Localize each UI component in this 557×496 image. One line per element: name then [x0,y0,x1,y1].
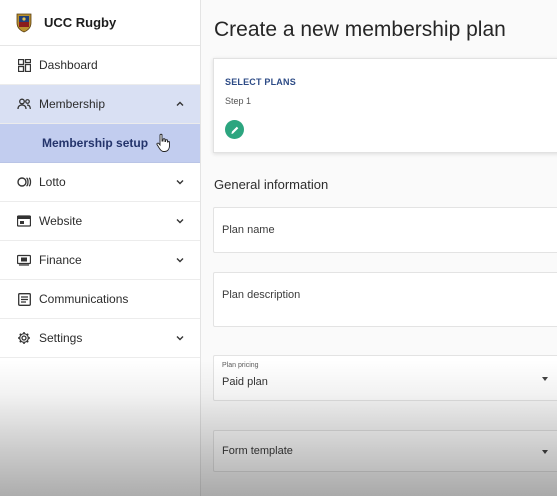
sidebar-item-label: Settings [39,331,83,345]
plan-name-placeholder: Plan name [222,224,275,236]
chevron-up-icon [176,101,184,106]
section-title: General information [214,177,329,192]
sidebar: UCC Rugby Dashboard Membership Membershi… [0,0,201,496]
chevron-down-icon [176,219,184,224]
form-template-placeholder: Form template [222,445,293,457]
sidebar-item-label: Membership setup [42,136,149,150]
brand-name: UCC Rugby [44,15,117,30]
sidebar-subitem-membership-setup[interactable]: Membership setup [0,124,200,163]
main-content: Create a new membership plan SELECT PLAN… [201,0,557,496]
sidebar-item-label: Lotto [39,175,66,189]
select-plans-card: SELECT PLANS Step 1 [213,58,557,153]
dropdown-arrow-icon [542,450,548,454]
sidebar-item-label: Membership [39,97,106,111]
plan-pricing-select[interactable]: Plan pricing Paid plan [213,355,557,401]
chevron-down-icon [176,180,184,185]
plan-pricing-value: Paid plan [222,376,268,388]
finance-icon [16,252,32,268]
form-template-select[interactable]: Form template [213,430,557,472]
lotto-icon [16,174,32,190]
plan-description-placeholder: Plan description [222,289,301,301]
sidebar-item-settings[interactable]: Settings [0,319,200,358]
plan-pricing-label: Plan pricing [222,362,259,369]
chevron-down-icon [176,336,184,341]
page-title: Create a new membership plan [214,18,506,41]
dashboard-icon [16,57,32,73]
communications-icon [16,291,32,307]
pencil-icon [230,126,238,134]
sidebar-item-lotto[interactable]: Lotto [0,163,200,202]
sidebar-item-website[interactable]: Website [0,202,200,241]
sidebar-item-membership[interactable]: Membership [0,85,200,124]
select-plans-label: SELECT PLANS [225,77,296,87]
sidebar-item-label: Finance [39,253,82,267]
people-icon [16,96,32,112]
dropdown-arrow-icon [542,377,548,381]
sidebar-item-label: Dashboard [39,58,98,72]
edit-button[interactable] [225,120,244,139]
chevron-down-icon [176,258,184,263]
plan-description-input[interactable]: Plan description [213,272,557,327]
step-label: Step 1 [225,96,252,106]
club-crest-icon [16,13,32,32]
settings-icon [16,330,32,346]
sidebar-item-finance[interactable]: Finance [0,241,200,280]
sidebar-item-dashboard[interactable]: Dashboard [0,46,200,85]
brand-header[interactable]: UCC Rugby [0,0,200,46]
plan-name-input[interactable]: Plan name [213,207,557,253]
website-icon [16,213,32,229]
sidebar-item-communications[interactable]: Communications [0,280,200,319]
sidebar-item-label: Website [39,214,83,228]
sidebar-item-label: Communications [39,292,129,306]
hand-cursor-icon [156,133,170,152]
